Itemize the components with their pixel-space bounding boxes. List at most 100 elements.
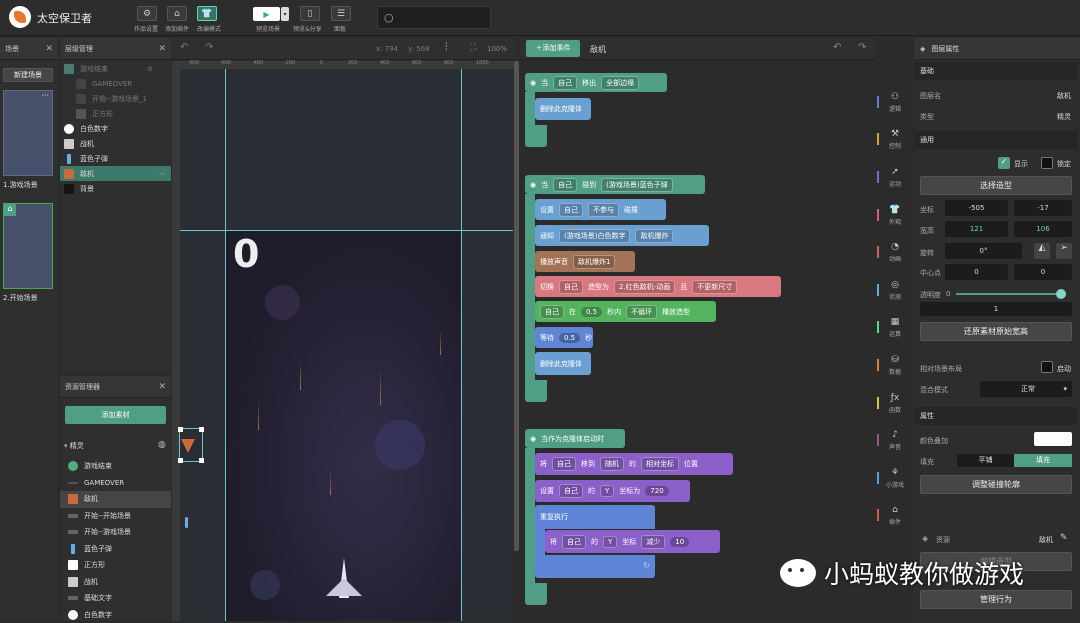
section-attributes[interactable]: 属性	[914, 407, 1078, 425]
eye-hidden-icon[interactable]: ⊘	[147, 65, 153, 73]
asset-item[interactable]: 开始--游戏场景	[60, 524, 171, 541]
phone-icon[interactable]: ▯	[300, 6, 320, 21]
layer-item-selected[interactable]: 敌机⋯	[60, 166, 171, 181]
layer-item[interactable]: 战机	[60, 136, 171, 151]
category-minigame[interactable]: ⚘小游戏	[877, 468, 913, 489]
asset-item[interactable]: 游戏结束	[60, 458, 171, 475]
alpha-slider[interactable]	[956, 293, 1063, 295]
category-data[interactable]: ⛁数据	[877, 355, 913, 376]
alpha-slider-handle[interactable]	[1056, 289, 1066, 299]
player-ship[interactable]	[326, 558, 362, 602]
delete-clone-block[interactable]: 删除此克隆体	[535, 98, 591, 120]
set-collision-block[interactable]: 设置自己不参与碰撞	[535, 199, 666, 220]
home-plugin-icon[interactable]: ⌂	[167, 6, 187, 21]
new-scene-button[interactable]: 新建场景	[3, 68, 53, 82]
add-asset-button[interactable]: 添加素材	[65, 406, 166, 424]
redo-icon[interactable]: ↷	[858, 42, 866, 53]
redo-icon[interactable]: ↷	[205, 42, 213, 53]
category-control[interactable]: ⚒控制	[877, 129, 913, 150]
add-event-button[interactable]: ＋添加事件	[526, 40, 580, 57]
width-input[interactable]: 121	[945, 221, 1008, 237]
coord-y-input[interactable]: -17	[1014, 200, 1072, 216]
category-plugins[interactable]: ⌂插件	[877, 505, 913, 526]
fit-icon[interactable]: ⛶	[470, 43, 476, 53]
asset-item[interactable]: 蓝色子弹	[60, 541, 171, 558]
center-x-input[interactable]: 0	[945, 264, 1008, 280]
rotation-input[interactable]: 0°	[945, 243, 1022, 259]
section-general[interactable]: 通用	[914, 131, 1078, 149]
event-block-touch[interactable]: ◉当自己碰到(游戏场景)蓝色子弹	[525, 175, 705, 194]
layer-item[interactable]: 开始--游戏场景_1	[60, 91, 171, 106]
asset-item[interactable]: 基础文字	[60, 590, 171, 607]
layer-item[interactable]: 正方形	[60, 106, 171, 121]
zoom-level[interactable]: 100%	[487, 45, 507, 53]
category-functions[interactable]: ƒx函数	[877, 393, 913, 414]
switch-shape-block[interactable]: 切换自己造型为2.红色敌机-动画且不更新尺寸	[535, 276, 781, 297]
show-checkbox[interactable]: ✓	[998, 157, 1010, 169]
lock-checkbox[interactable]	[1041, 157, 1053, 169]
name-value[interactable]: 敌机	[1057, 91, 1071, 101]
category-looks[interactable]: 👕外观	[877, 205, 913, 226]
palette-icon[interactable]: ◍	[158, 440, 166, 450]
set-y-block[interactable]: 设置自己的Y坐标为720	[535, 480, 690, 502]
change-y-block[interactable]: 将自己的Y坐标减少10	[545, 530, 720, 553]
undo-icon[interactable]: ↶	[180, 42, 188, 53]
tile-option[interactable]: 平铺	[957, 454, 1014, 467]
flip-horizontal-icon[interactable]: ◭	[1034, 243, 1050, 259]
shirt-icon[interactable]: 👕	[197, 6, 217, 21]
repeat-block[interactable]: 重复执行	[535, 505, 655, 529]
play-shape-block[interactable]: 自己在0.5秒内不循环播放造型	[535, 301, 716, 322]
notify-block[interactable]: 通知(游戏场景)白色数字敌机爆炸	[535, 225, 709, 246]
event-block-clone-start[interactable]: ◉当作为克隆体启动时	[525, 429, 625, 448]
asset-item[interactable]: 战机	[60, 574, 171, 591]
blend-select[interactable]: 正常▾	[980, 381, 1072, 397]
scene-thumb-1[interactable]: ···	[3, 90, 53, 176]
asset-item[interactable]: 开始--开始场景	[60, 508, 171, 525]
stage-scrollbar[interactable]	[514, 61, 519, 551]
layer-item[interactable]: GAMEOVER	[60, 76, 171, 91]
category-logic[interactable]: ⚇逻辑	[877, 92, 913, 113]
adjust-collision-button[interactable]: 调整碰撞轮廓	[920, 475, 1072, 494]
close-icon[interactable]: ✕	[158, 44, 166, 54]
category-sensing[interactable]: ◎侦测	[877, 280, 913, 301]
wait-block[interactable]: 等待0.5秒	[535, 327, 593, 348]
asset-item[interactable]: GAMEOVER	[60, 475, 171, 492]
play-dropdown-icon[interactable]: ▾	[281, 7, 289, 21]
more-icon[interactable]: ···	[41, 91, 49, 100]
undo-icon[interactable]: ↶	[833, 42, 841, 53]
layer-item[interactable]: 游戏结束⊘	[60, 61, 171, 76]
category-motion[interactable]: ➚运动	[877, 167, 913, 188]
close-icon[interactable]: ✕	[45, 44, 53, 54]
asset-group[interactable]: ▾ 精灵	[64, 441, 84, 451]
layer-item[interactable]: 背景	[60, 181, 171, 196]
list-icon[interactable]: ☰	[331, 6, 351, 21]
coord-x-input[interactable]: -505	[945, 200, 1008, 216]
edit-icon[interactable]: ✎	[1060, 533, 1068, 543]
delete-clone-block[interactable]: 删除此克隆体	[535, 352, 591, 375]
event-block-move-out[interactable]: ◉当自己移出全部边缘	[525, 73, 667, 92]
more-icon[interactable]: ⋯	[159, 170, 166, 178]
gear-icon[interactable]: ⚙	[137, 6, 157, 21]
manage-behavior-button[interactable]: 管理行为	[920, 590, 1072, 609]
adjust-icon[interactable]: ⫶	[445, 42, 448, 53]
layer-item[interactable]: 蓝色子弹	[60, 151, 171, 166]
relative-checkbox[interactable]	[1041, 361, 1053, 373]
score-text[interactable]: 0	[233, 232, 259, 276]
fill-option[interactable]: 填充	[1014, 454, 1072, 467]
category-animation[interactable]: ◔动画	[877, 242, 913, 263]
color-swatch[interactable]	[1034, 432, 1072, 446]
enemy-sprite-selected[interactable]	[179, 428, 203, 462]
height-input[interactable]: 106	[1014, 221, 1072, 237]
play-button[interactable]: ▶	[253, 7, 280, 21]
search-input[interactable]: ○	[377, 6, 491, 29]
category-operators[interactable]: ▦运算	[877, 317, 913, 338]
alpha-input[interactable]: 1	[920, 302, 1072, 316]
asset-item-selected[interactable]: 敌机	[60, 491, 171, 508]
flip-vertical-icon[interactable]: ➢	[1056, 243, 1072, 259]
restore-size-button[interactable]: 还原素材原始宽高	[920, 322, 1072, 341]
layer-item[interactable]: 白色数字	[60, 121, 171, 136]
pick-shape-button[interactable]: 选择造型	[920, 176, 1072, 195]
category-sound[interactable]: ♪声音	[877, 430, 913, 451]
section-basic[interactable]: 基础	[914, 62, 1078, 80]
blue-bullet[interactable]	[185, 517, 188, 528]
